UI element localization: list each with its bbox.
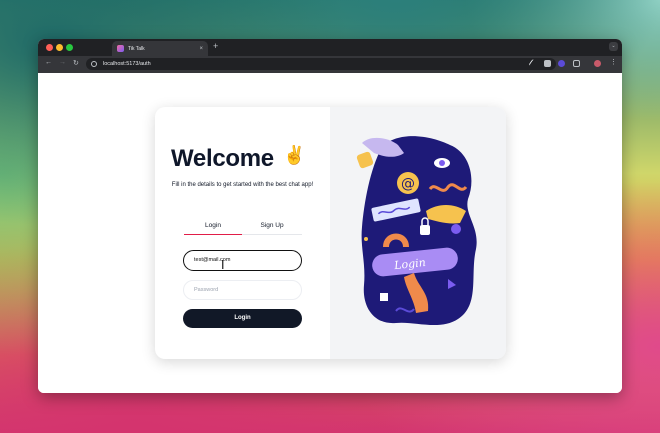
victory-hand-icon: ✌ (283, 145, 306, 165)
tab-sign-up[interactable]: Sign Up (242, 217, 302, 235)
login-illustration: @ Login (356, 136, 477, 326)
new-tab-button[interactable]: + (213, 41, 218, 51)
tab-bar: Tik Talk × + ⌄ (38, 39, 622, 56)
page-title: Welcome (171, 145, 274, 172)
auth-tabs: Login Sign Up (184, 217, 302, 235)
accent-square (356, 151, 374, 169)
text-cursor-icon: I (221, 258, 225, 272)
reload-button[interactable]: ↻ (73, 59, 79, 67)
browser-toolbar: ← → ↻ localhost:5173/auth ☆ ⋮ (38, 56, 622, 73)
tab-title: Tik Talk (128, 45, 145, 52)
page-content: Welcome ✌ Fill in the details to get sta… (38, 73, 622, 393)
close-window-button[interactable] (46, 44, 53, 51)
favicon-icon (117, 45, 124, 52)
at-sign-icon: @ (401, 176, 415, 192)
maximize-window-button[interactable] (66, 44, 73, 51)
auth-card: Welcome ✌ Fill in the details to get sta… (155, 107, 506, 359)
extension-icon[interactable] (544, 60, 551, 67)
subtitle: Fill in the details to get started with … (171, 182, 314, 188)
tab-login[interactable]: Login (184, 217, 242, 235)
auth-form-panel: Welcome ✌ Fill in the details to get sta… (155, 107, 330, 359)
back-button[interactable]: ← (45, 59, 52, 66)
site-info-icon[interactable] (91, 61, 97, 67)
browser-window: Tik Talk × + ⌄ ← → ↻ localhost:5173/auth… (38, 39, 622, 393)
tab-search-button[interactable]: ⌄ (609, 42, 618, 51)
browser-tab[interactable]: Tik Talk × (112, 41, 208, 56)
illustration-panel: @ Login (330, 107, 506, 359)
avatar[interactable] (594, 60, 601, 67)
address-url[interactable]: localhost:5173/auth (103, 61, 544, 67)
profile-extension-icon[interactable] (558, 60, 565, 67)
browser-menu-icon[interactable]: ⋮ (610, 58, 617, 66)
tab-close-icon[interactable]: × (199, 46, 203, 52)
forward-button[interactable]: → (59, 59, 66, 66)
email-field[interactable]: test@mail.com (183, 250, 302, 271)
lock-icon (420, 225, 430, 235)
password-field[interactable]: Password (183, 280, 302, 300)
puzzle-extensions-icon[interactable] (573, 60, 580, 67)
minimize-window-button[interactable] (56, 44, 63, 51)
login-button[interactable]: Login (183, 309, 302, 328)
address-bar[interactable]: localhost:5173/auth ☆ (86, 58, 556, 70)
